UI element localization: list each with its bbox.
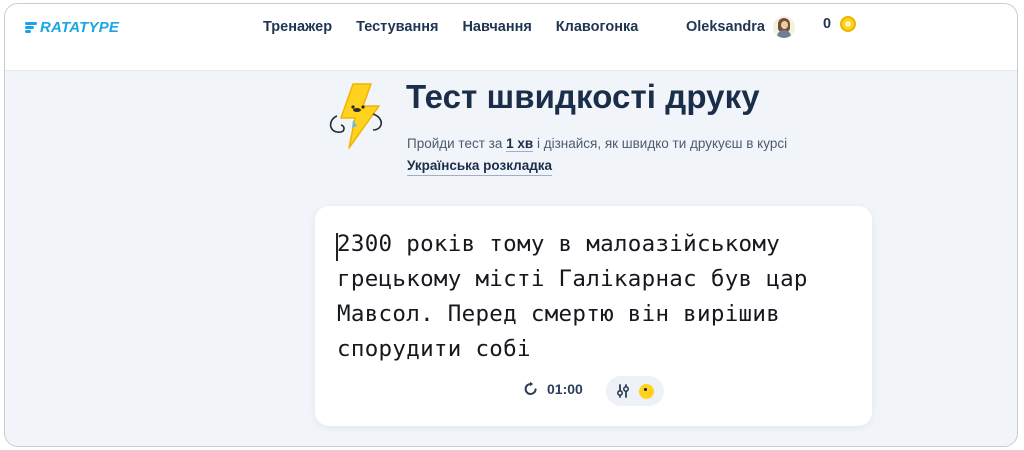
nav-trainer[interactable]: Тренажер (263, 18, 332, 36)
subtitle-prefix: Пройди тест за (407, 136, 507, 151)
coin-icon (840, 16, 857, 32)
course-link[interactable]: Українська розкладка (407, 157, 553, 176)
user-name: Oleksandra (686, 19, 765, 35)
app-window: RATATYPE Тренажер Тестування Навчання Кл… (4, 3, 1018, 447)
timer-value: 01:00 (547, 381, 583, 397)
nav-typing-race[interactable]: Клавогонка (556, 18, 639, 36)
top-navigation-bar: RATATYPE Тренажер Тестування Навчання Кл… (5, 4, 1017, 71)
ratatype-logo-icon (25, 20, 39, 34)
coins-count: 0 (823, 16, 832, 32)
test-duration: 1 хв (506, 136, 534, 152)
nav-testing[interactable]: Тестування (356, 18, 438, 36)
user-menu[interactable]: Oleksandra (686, 16, 795, 38)
ratatype-logo[interactable]: RATATYPE (25, 16, 119, 38)
nav-learning[interactable]: Навчання (462, 18, 531, 36)
lightning-mascot-icon (329, 83, 383, 149)
avatar (773, 16, 795, 38)
restart-timer-button[interactable]: 01:00 (523, 381, 583, 397)
coin-face-icon (639, 383, 654, 399)
typing-text[interactable]: 2300 років тому в малоазійському грецько… (337, 227, 857, 367)
restart-icon (524, 381, 537, 395)
typing-test-card[interactable]: 2300 років тому в малоазійському грецько… (315, 206, 872, 426)
test-controls: 01:00 (315, 376, 872, 406)
logo-text: RATATYPE (40, 18, 120, 36)
test-settings-button[interactable] (606, 376, 664, 406)
page-title: Тест швидкості друку (406, 78, 760, 115)
coins-balance[interactable]: 0 (823, 16, 857, 32)
page-subtitle: Пройди тест за 1 хв і дізнайся, як швидк… (407, 133, 787, 177)
sliders-icon (616, 384, 630, 398)
page-footer-edge (5, 431, 1017, 446)
main-nav: Тренажер Тестування Навчання Клавогонка (263, 18, 662, 36)
subtitle-suffix: і дізнайся, як швидко ти друкуєш в курсі (533, 136, 788, 151)
